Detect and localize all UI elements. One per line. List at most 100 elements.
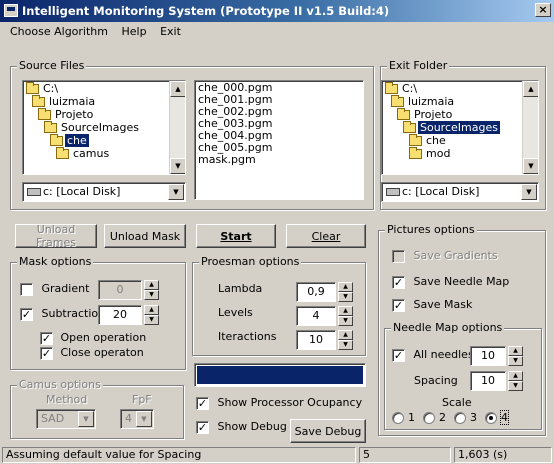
open-operation-check-box[interactable]: ✓ [40,331,53,345]
save-needle-map-label: Save Needle Map [413,275,510,288]
all-needles-checkbox[interactable]: ✓ All needles [392,348,474,362]
tree-item[interactable]: che [23,133,185,147]
open-operation-checkbox[interactable]: ✓ Open operation [40,331,146,345]
subtraction-check-box[interactable]: ✓ [20,307,33,321]
spacing-spinner[interactable]: ▲ ▼ [508,371,523,391]
show-processor-check-box[interactable]: ✓ [196,396,209,410]
subtraction-checkbox[interactable]: ✓ Subtraction [20,307,105,321]
save-gradients-check-box[interactable] [392,249,405,263]
spin-down-icon[interactable]: ▼ [338,316,353,326]
folder-icon [409,146,422,159]
gradient-spinner[interactable]: ▲ ▼ [144,280,159,300]
show-processor-checkbox[interactable]: ✓ Show Processor Ocupancy [196,396,362,410]
all-needles-field[interactable]: 10 [470,346,506,366]
spin-up-icon[interactable]: ▲ [508,371,523,381]
tree-item[interactable]: C:\ [382,81,538,95]
spin-up-icon[interactable]: ▲ [144,280,159,290]
exit-tree-scrollbar[interactable]: ▲ ▼ [522,81,538,174]
iteractions-label: Iteractions [218,330,277,343]
unload-mask-button[interactable]: Unload Mask [104,224,186,248]
tree-item[interactable]: che [382,133,538,147]
source-tree-scrollbar[interactable]: ▲ ▼ [169,81,185,174]
tree-item-label: Projeto [414,108,453,121]
save-mask-checkbox[interactable]: ✓ Save Mask [392,298,472,312]
tree-item-label: C:\ [402,82,418,95]
save-needle-map-checkbox[interactable]: ✓ Save Needle Map [392,275,509,289]
scale-radio-3[interactable] [454,411,466,424]
exit-folder-title: Exit Folder [387,59,450,72]
spin-up-icon[interactable]: ▲ [338,282,353,292]
exit-drive-select[interactable]: c: [Local Disk] ▼ [381,182,539,202]
exit-folder-tree[interactable]: C:\ luizmaia Projeto SourceImages che mod ▲ ▼ [381,80,539,175]
scale-radio-1[interactable] [392,411,404,424]
menu-exit[interactable]: Exit [160,25,181,38]
subtraction-spinner[interactable]: ▲ ▼ [144,305,159,325]
scroll-up-icon[interactable]: ▲ [170,81,185,97]
iteractions-field[interactable]: 10 [296,330,336,350]
scroll-down-icon[interactable]: ▼ [523,158,538,174]
start-button[interactable]: Start [196,224,276,248]
chevron-down-icon[interactable]: ▼ [136,411,152,427]
source-file-list[interactable]: che_000.pgm che_001.pgm che_002.pgm che_003… [194,80,364,200]
scale-radio-4[interactable] [485,411,497,424]
save-mask-check-box[interactable]: ✓ [392,298,405,312]
chevron-down-icon[interactable]: ▼ [168,184,184,200]
spin-down-icon[interactable]: ▼ [508,381,523,391]
tree-item[interactable]: mod [382,146,538,160]
spacing-field[interactable]: 10 [470,371,506,391]
save-gradients-checkbox[interactable]: Save Gradients [392,249,498,263]
gradient-value-field[interactable]: 0 [98,280,142,300]
all-needles-check-box[interactable]: ✓ [392,348,405,362]
menu-help[interactable]: Help [121,25,146,38]
levels-spinner[interactable]: ▲ ▼ [338,306,353,326]
lambda-field[interactable]: 0,9 [296,282,336,302]
tree-item[interactable]: Projeto [23,107,185,121]
gradient-checkbox[interactable]: Gradient [20,282,89,296]
scale-radio-2[interactable] [423,411,435,424]
spin-up-icon[interactable]: ▲ [508,346,523,356]
source-drive-select[interactable]: c: [Local Disk] ▼ [22,182,186,202]
tree-item[interactable]: Projeto [382,107,538,121]
spin-down-icon[interactable]: ▼ [144,315,159,325]
save-debug-button[interactable]: Save Debug [290,419,366,443]
menu-choose-algorithm[interactable]: Choose Algorithm [10,25,108,38]
tree-item[interactable]: SourceImages [23,120,185,134]
file-list-item[interactable]: mask.pgm [198,154,360,166]
levels-field[interactable]: 4 [296,306,336,326]
source-folder-tree[interactable]: C:\ luizmaia Projeto SourceImages che camus ▲… [22,80,186,175]
method-select[interactable]: SAD ▼ [36,409,96,429]
lambda-spinner[interactable]: ▲ ▼ [338,282,353,302]
unload-frames-button[interactable]: Unload Frames [15,223,97,249]
fpf-select[interactable]: 4 ▼ [120,409,154,429]
iteractions-spinner[interactable]: ▲ ▼ [338,330,353,350]
spin-up-icon[interactable]: ▲ [338,306,353,316]
close-button[interactable]: × [535,3,551,17]
close-operation-checkbox[interactable]: ✓ Close operaton [40,346,144,360]
show-debug-check-box[interactable]: ✓ [196,420,209,434]
scroll-down-icon[interactable]: ▼ [170,158,185,174]
spin-up-icon[interactable]: ▲ [144,305,159,315]
save-needle-map-check-box[interactable]: ✓ [392,275,405,289]
subtraction-value-field[interactable]: 20 [98,305,142,325]
spin-down-icon[interactable]: ▼ [338,292,353,302]
spin-up-icon[interactable]: ▲ [338,330,353,340]
tree-item[interactable]: luizmaia [23,94,185,108]
spin-down-icon[interactable]: ▼ [144,290,159,300]
tree-item[interactable]: camus [23,146,185,160]
tree-item[interactable]: C:\ [23,81,185,95]
tree-item[interactable]: luizmaia [382,94,538,108]
gradient-check-box[interactable] [20,282,33,296]
all-needles-spinner[interactable]: ▲ ▼ [508,346,523,366]
spin-down-icon[interactable]: ▼ [338,340,353,350]
clear-button[interactable]: Clear [286,224,366,248]
method-label: Method [46,393,88,406]
chevron-down-icon[interactable]: ▼ [521,184,537,200]
close-operation-check-box[interactable]: ✓ [40,346,53,360]
tree-item[interactable]: SourceImages [382,120,538,134]
subtraction-label: Subtraction [41,307,106,320]
chevron-down-icon[interactable]: ▼ [78,411,94,427]
show-debug-checkbox[interactable]: ✓ Show Debug [196,420,287,434]
spin-down-icon[interactable]: ▼ [508,356,523,366]
scroll-up-icon[interactable]: ▲ [523,81,538,97]
scale-option-1: 1 [408,411,415,424]
